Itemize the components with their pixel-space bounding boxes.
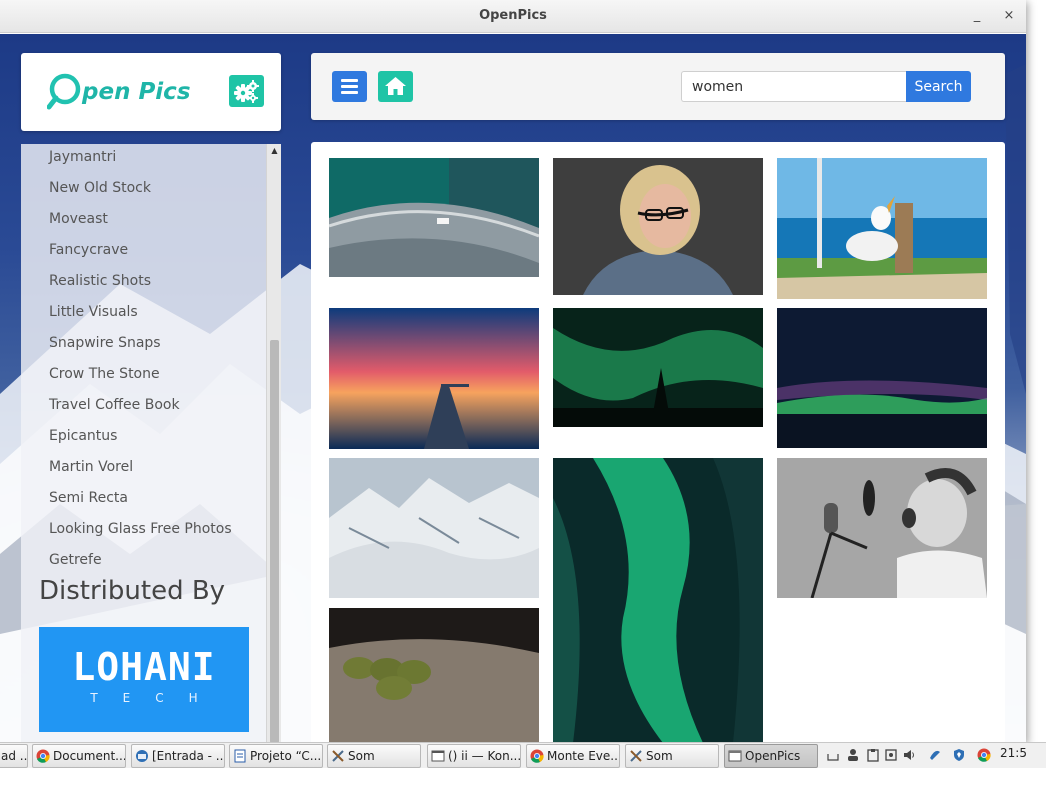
scroll-up-arrow-icon[interactable]: ▲	[269, 146, 280, 156]
tools-icon	[630, 750, 642, 762]
source-item-fancycrave[interactable]: Fancycrave	[49, 237, 259, 268]
terminal-icon	[431, 750, 445, 762]
photo-aurora-vertical[interactable]	[553, 458, 763, 743]
document-icon	[234, 749, 246, 763]
source-item-getrefe[interactable]: Getrefe	[49, 547, 259, 578]
sponsor-subtitle: TECH	[90, 691, 223, 705]
source-item-little-visuals[interactable]: Little Visuals	[49, 299, 259, 330]
top-toolbar: Search	[311, 53, 1005, 120]
clipboard-icon[interactable]	[866, 748, 880, 762]
search-input[interactable]	[681, 71, 907, 102]
removable-device-icon[interactable]	[884, 748, 898, 762]
photo-aurora-tree-image	[553, 308, 763, 427]
photo-road-aerial[interactable]	[329, 158, 539, 277]
openpics-window: OpenPics _ × pen Pics Jaymantri New Old …	[0, 0, 1026, 743]
photo-man-glasses[interactable]	[553, 158, 763, 295]
photo-pears-image	[329, 608, 539, 743]
photo-aurora-vertical-image	[553, 458, 763, 743]
photo-boy-microphone-image	[777, 458, 987, 598]
app-background: pen Pics Jaymantri New Old Stock Moveast…	[0, 34, 1026, 743]
title-bar[interactable]: OpenPics _ ×	[0, 0, 1026, 33]
task-item-openpics[interactable]: OpenPics	[724, 744, 818, 768]
task-item-document[interactable]: Document...	[32, 744, 126, 768]
source-item-snapwire-snaps[interactable]: Snapwire Snaps	[49, 330, 259, 361]
task-item-entrada[interactable]: [Entrada - ...	[131, 744, 225, 768]
scroll-thumb[interactable]	[270, 340, 279, 743]
task-item-projeto[interactable]: Projeto “C...	[229, 744, 323, 768]
hamburger-icon	[341, 79, 358, 94]
photo-aurora-horizon-image	[777, 308, 987, 448]
photo-aurora-horizon[interactable]	[777, 308, 987, 448]
sponsor-banner[interactable]: LOHANI TECH	[39, 627, 249, 732]
close-button[interactable]: ×	[999, 6, 1019, 26]
home-button[interactable]	[378, 71, 413, 102]
tools-icon	[332, 750, 344, 762]
openpics-logo: pen Pics	[47, 73, 191, 110]
source-item-new-old-stock[interactable]: New Old Stock	[49, 175, 259, 206]
task-item-konsole[interactable]: () ii — Kon...	[427, 744, 521, 768]
minimize-button[interactable]: _	[967, 6, 987, 26]
search-button[interactable]: Search	[906, 71, 971, 102]
source-list: Jaymantri New Old Stock Moveast Fancycra…	[49, 144, 259, 578]
menu-button[interactable]	[332, 71, 367, 102]
photo-gallery	[311, 142, 1005, 743]
chrome-icon	[530, 749, 544, 763]
photo-seagull[interactable]	[777, 158, 987, 299]
window-icon	[728, 750, 742, 762]
taskbar: ad ... Document... [Entrada - ... Projet…	[0, 742, 1046, 768]
thunderbird-icon	[136, 750, 148, 762]
photo-pears[interactable]	[329, 608, 539, 743]
photo-glacier[interactable]	[329, 458, 539, 598]
show-desktop-icon[interactable]	[826, 748, 840, 762]
source-item-semi-recta[interactable]: Semi Recta	[49, 485, 259, 516]
source-sidebar[interactable]: Jaymantri New Old Stock Moveast Fancycra…	[21, 144, 281, 743]
logo-card: pen Pics	[21, 53, 281, 131]
source-item-jaymantri[interactable]: Jaymantri	[49, 144, 259, 175]
clock[interactable]: 21:5	[1000, 746, 1027, 760]
network-icon[interactable]	[928, 748, 942, 762]
photo-seagull-image	[777, 158, 987, 299]
volume-icon[interactable]	[902, 748, 916, 762]
task-item-som-1[interactable]: Som	[327, 744, 421, 768]
chrome-icon[interactable]	[977, 748, 991, 762]
window-title: OpenPics	[479, 8, 547, 23]
photo-aurora-tree[interactable]	[553, 308, 763, 427]
photo-sunset-pier-image	[329, 308, 539, 449]
distributed-by-heading: Distributed By	[39, 576, 226, 606]
user-icon[interactable]	[846, 748, 860, 762]
sidebar-scrollbar[interactable]: ▲	[266, 144, 281, 743]
logo-text: pen Pics	[81, 79, 191, 105]
shield-icon[interactable]	[952, 748, 966, 762]
source-item-martin-vorel[interactable]: Martin Vorel	[49, 454, 259, 485]
photo-glacier-image	[329, 458, 539, 598]
settings-button[interactable]	[229, 75, 264, 107]
photo-sunset-pier[interactable]	[329, 308, 539, 449]
photo-road-aerial-image	[329, 158, 539, 277]
photo-boy-microphone[interactable]	[777, 458, 987, 598]
sponsor-name: LOHANI	[72, 645, 216, 689]
source-item-realistic-shots[interactable]: Realistic Shots	[49, 268, 259, 299]
source-item-epicantus[interactable]: Epicantus	[49, 423, 259, 454]
source-item-looking-glass-free-photos[interactable]: Looking Glass Free Photos	[49, 516, 259, 547]
home-icon	[385, 77, 406, 95]
task-item-monte-everest[interactable]: Monte Eve...	[526, 744, 620, 768]
gears-icon	[234, 80, 259, 103]
task-item-som-2[interactable]: Som	[625, 744, 719, 768]
source-item-travel-coffee-book[interactable]: Travel Coffee Book	[49, 392, 259, 423]
screen: OpenPics _ × pen Pics Jaymantri New Old …	[0, 0, 1046, 788]
photo-man-glasses-image	[553, 158, 763, 295]
task-item-0[interactable]: ad ...	[0, 744, 28, 768]
chrome-icon	[36, 749, 50, 763]
source-item-moveast[interactable]: Moveast	[49, 206, 259, 237]
source-item-crow-the-stone[interactable]: Crow The Stone	[49, 361, 259, 392]
